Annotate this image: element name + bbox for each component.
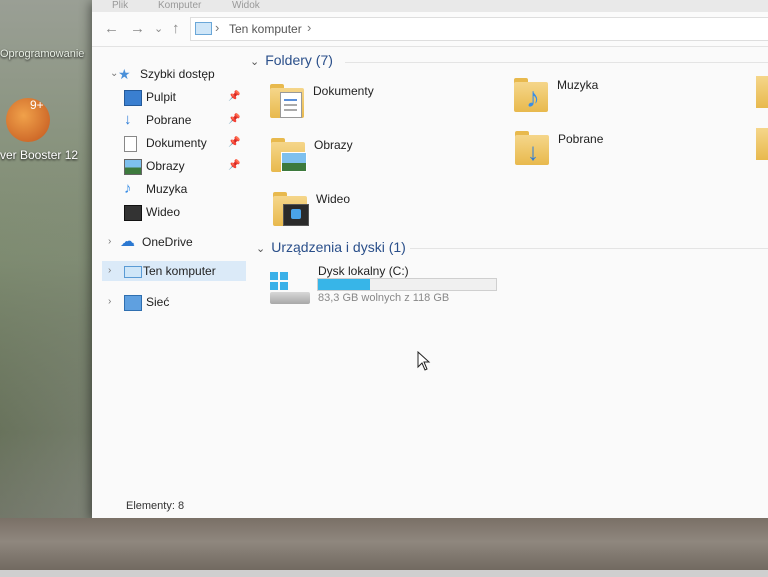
pin-icon: 📌 (228, 114, 241, 125)
windows-logo-icon (270, 272, 288, 290)
cloud-icon: ☁ (120, 233, 135, 250)
chevron-right-icon[interactable]: › (108, 261, 111, 281)
breadcrumb-separator[interactable]: › (215, 20, 219, 35)
nav-item-pulpit[interactable]: Pulpit 📌 (124, 87, 244, 107)
nav-item-network[interactable]: › Sieć (108, 292, 244, 312)
star-icon: ★ (118, 66, 131, 82)
address-input[interactable]: › Ten komputer › (190, 17, 768, 41)
documents-folder-icon (280, 92, 302, 118)
recent-locations-button[interactable]: ⌄ (154, 20, 163, 38)
nav-item-pobrane[interactable]: ↓ Pobrane 📌 (124, 110, 244, 130)
folder-dokumenty[interactable] (270, 84, 306, 118)
tab-computer[interactable]: Komputer (158, 0, 201, 11)
nav-item-label: Ten komputer (143, 264, 216, 278)
nav-item-dokumenty[interactable]: Dokumenty 📌 (124, 133, 244, 153)
forward-button[interactable]: → (130, 20, 145, 38)
document-icon (124, 136, 137, 152)
desktop-shortcut-label: ver Booster 12 (0, 148, 79, 162)
folder-partial[interactable] (756, 76, 768, 108)
section-divider (345, 62, 768, 63)
notification-badge: 9+ (30, 98, 44, 112)
drive-name[interactable]: Dysk lokalny (C:) (318, 264, 409, 278)
back-button[interactable]: ← (104, 20, 119, 38)
folder-label[interactable]: Obrazy (314, 138, 353, 152)
desktop-icon (124, 90, 142, 106)
computer-icon (124, 266, 142, 278)
drive-usage-fill (318, 279, 371, 290)
nav-item-label: Sieć (146, 295, 170, 309)
nav-quick-access[interactable]: ⌄ ★ Szybki dostęp (110, 64, 248, 84)
drive-usage-bar (317, 278, 497, 291)
nav-item-label: Szybki dostęp (140, 67, 215, 81)
download-icon: ↓ (124, 111, 132, 128)
file-explorer-window: Plik Komputer Widok ← → ⌄ ↑ › Ten komput… (92, 0, 768, 518)
breadcrumb-separator-end[interactable]: › (307, 20, 311, 35)
section-title: Foldery (7) (265, 52, 333, 68)
pin-icon: 📌 (228, 160, 241, 171)
computer-icon (195, 22, 212, 35)
chevron-down-icon[interactable]: ⌄ (256, 243, 265, 255)
folder-label[interactable]: Dokumenty (313, 84, 374, 98)
section-title: Urządzenia i dyski (1) (271, 239, 406, 255)
breadcrumb-this-pc[interactable]: Ten komputer (229, 22, 302, 36)
tab-file[interactable]: Plik (112, 0, 128, 11)
folder-muzyka[interactable]: ♪ (514, 78, 550, 112)
nav-item-label: Obrazy (146, 159, 185, 173)
chevron-right-icon[interactable]: › (108, 292, 111, 312)
nav-item-label: Pulpit (146, 90, 177, 104)
downloads-folder-icon: ↓ (527, 139, 539, 166)
folder-obrazy[interactable] (271, 138, 307, 172)
nav-item-label: Muzyka (146, 182, 188, 196)
navigation-pane: ⌄ ★ Szybki dostęp Pulpit 📌 ↓ Pobrane 📌 D… (92, 46, 248, 496)
monitor-bezel (0, 570, 768, 577)
local-disk-icon[interactable] (270, 272, 310, 306)
chevron-right-icon[interactable]: › (108, 232, 111, 252)
tab-view[interactable]: Widok (232, 0, 260, 11)
nav-item-wideo[interactable]: Wideo (124, 202, 244, 222)
desktop-wallpaper-bottom (0, 518, 768, 577)
nav-item-obrazy[interactable]: Obrazy 📌 (124, 156, 244, 176)
nav-item-label: Pobrane (146, 113, 192, 127)
ribbon-tabs: Plik Komputer Widok (92, 0, 768, 12)
pin-icon: 📌 (228, 137, 241, 148)
nav-item-label: Dokumenty (146, 136, 207, 150)
pictures-folder-icon (281, 152, 307, 172)
nav-item-label: Wideo (146, 205, 181, 219)
video-folder-icon (283, 204, 309, 226)
nav-item-onedrive[interactable]: › ☁ OneDrive (108, 232, 244, 252)
music-folder-icon: ♪ (526, 82, 540, 113)
address-bar: ← → ⌄ ↑ › Ten komputer › (92, 12, 768, 47)
status-bar-item-count: Elementy: 8 (126, 500, 185, 512)
folder-pobrane[interactable]: ↓ (515, 131, 551, 165)
network-icon (124, 295, 142, 311)
pictures-icon (124, 159, 142, 175)
section-divider (410, 248, 768, 249)
folder-label[interactable]: Muzyka (557, 78, 598, 92)
nav-item-muzyka[interactable]: ♪ Muzyka (124, 179, 244, 199)
nav-item-this-pc[interactable]: › Ten komputer (102, 261, 246, 281)
up-button[interactable]: ↑ (172, 20, 180, 38)
video-icon (124, 205, 142, 221)
disk-body (270, 292, 310, 304)
music-icon: ♪ (124, 180, 132, 197)
folder-wideo[interactable] (273, 192, 309, 226)
folder-partial[interactable] (756, 128, 768, 160)
devices-section-header[interactable]: ⌄ Urządzenia i dyski (1) (256, 239, 406, 255)
pin-icon: 📌 (228, 91, 241, 102)
nav-item-label: OneDrive (142, 235, 193, 249)
desktop-item-label[interactable]: Oprogramowanie (0, 48, 84, 60)
chevron-down-icon[interactable]: ⌄ (250, 56, 259, 68)
drive-free-space: 83,3 GB wolnych z 118 GB (318, 292, 450, 304)
folder-label[interactable]: Wideo (316, 192, 350, 206)
folder-label[interactable]: Pobrane (558, 132, 603, 146)
folders-section-header[interactable]: ⌄ Foldery (7) (250, 52, 333, 68)
